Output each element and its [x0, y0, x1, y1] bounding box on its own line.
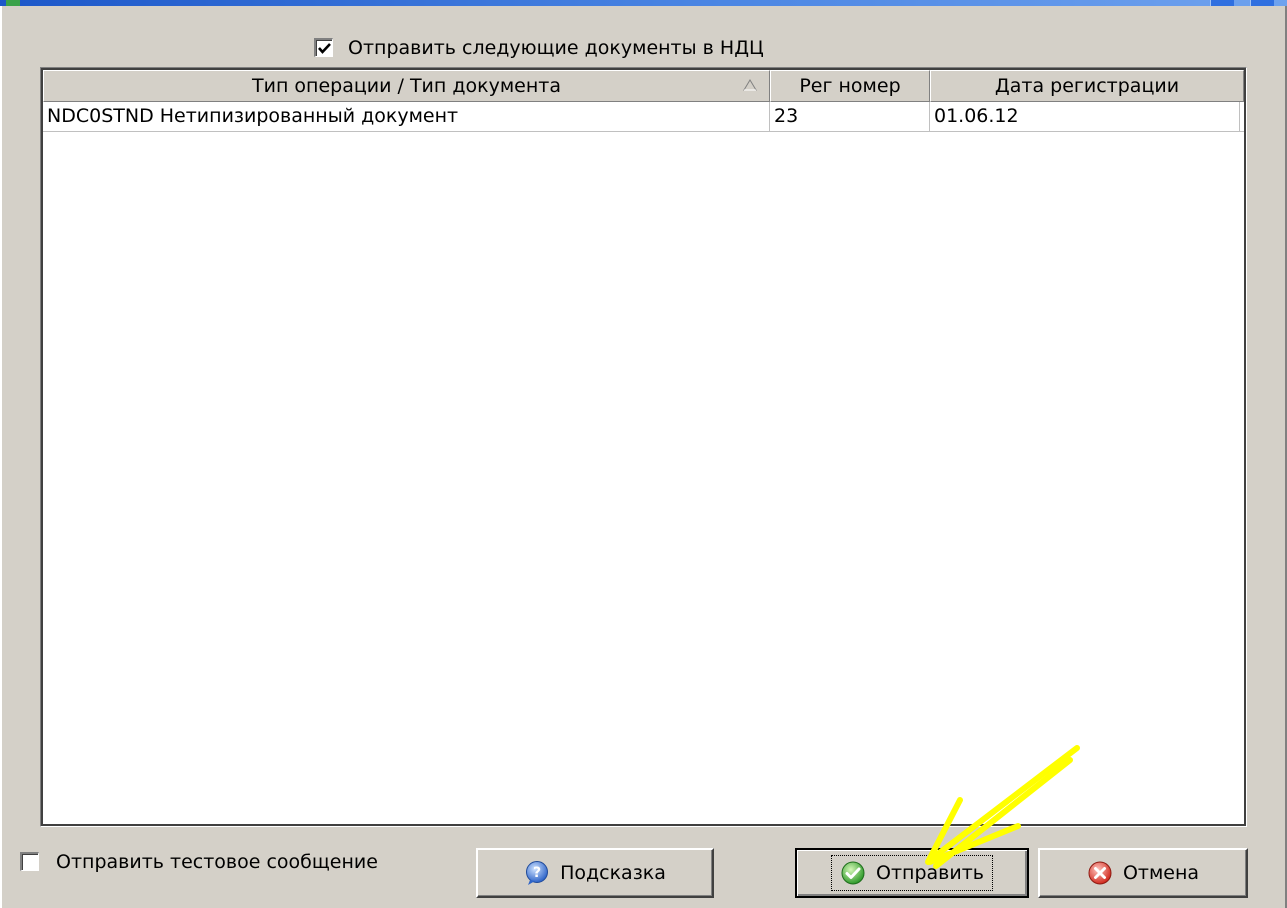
- table-row[interactable]: NDC0STND Нетипизированный документ 23 01…: [43, 102, 1244, 132]
- column-header-reg-number-label: Рег номер: [799, 75, 901, 97]
- send-documents-checkbox[interactable]: [314, 38, 333, 57]
- cancel-button[interactable]: Отмена: [1038, 848, 1248, 898]
- send-button-label: Отправить: [876, 862, 984, 884]
- cancel-button-label: Отмена: [1122, 862, 1200, 884]
- svg-text:?: ?: [533, 865, 541, 881]
- column-header-reg-date-label: Дата регистрации: [994, 75, 1180, 97]
- help-button-label: Подсказка: [560, 862, 666, 884]
- check-icon: [841, 861, 865, 885]
- cell-type: NDC0STND Нетипизированный документ: [43, 102, 770, 131]
- cancel-icon: [1088, 861, 1112, 885]
- table-header: Тип операции / Тип документа Рег номер Д…: [43, 70, 1244, 102]
- test-message-label: Отправить тестовое сообщение: [56, 851, 378, 873]
- send-documents-label: Отправить следующие документы в НДЦ: [348, 37, 764, 59]
- question-icon: ?: [526, 861, 549, 885]
- send-button-focus-ring: Отправить: [831, 855, 993, 891]
- cell-reg-date: 01.06.12: [930, 102, 1240, 131]
- send-dialog: Отправить следующие документы в НДЦ Тип …: [0, 6, 1287, 908]
- documents-table-frame: Тип операции / Тип документа Рег номер Д…: [40, 67, 1247, 827]
- column-header-reg-number[interactable]: Рег номер: [770, 70, 930, 102]
- cell-reg-number: 23: [770, 102, 930, 131]
- column-header-reg-date[interactable]: Дата регистрации: [930, 70, 1244, 102]
- column-header-type-label: Тип операции / Тип документа: [251, 75, 562, 97]
- sort-ascending-icon: [743, 79, 757, 91]
- column-header-type[interactable]: Тип операции / Тип документа: [43, 70, 770, 102]
- test-message-checkbox[interactable]: [20, 852, 39, 871]
- help-button[interactable]: ? Подсказка: [476, 848, 714, 898]
- send-button[interactable]: Отправить: [795, 848, 1029, 898]
- checkmark-icon: [318, 43, 331, 54]
- documents-table[interactable]: Тип операции / Тип документа Рег номер Д…: [43, 70, 1244, 824]
